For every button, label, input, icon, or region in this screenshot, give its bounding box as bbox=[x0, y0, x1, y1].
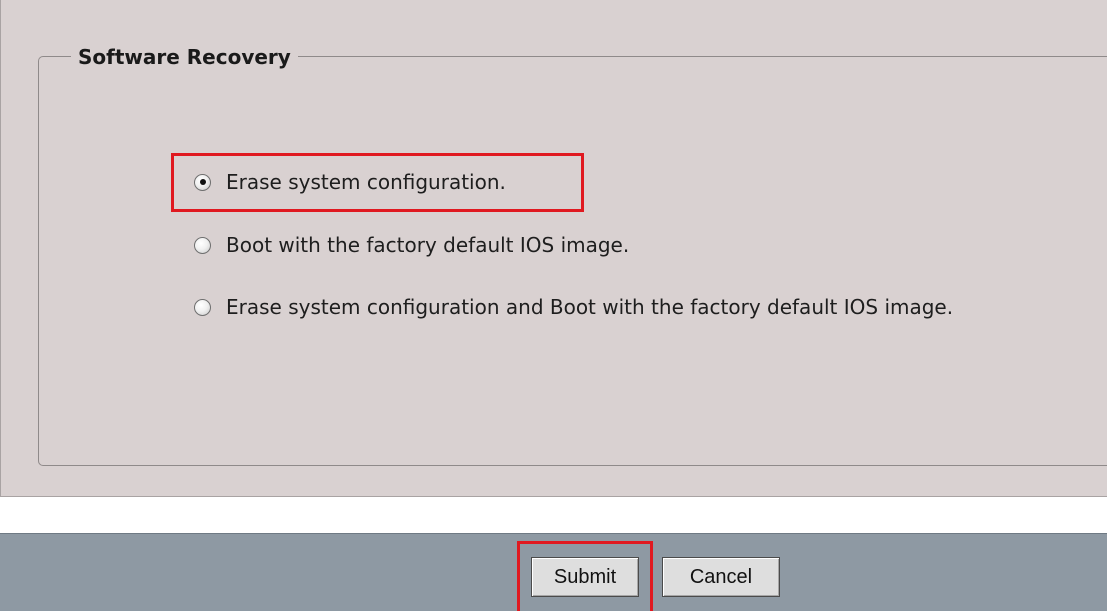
software-recovery-legend: Software Recovery bbox=[71, 44, 298, 70]
option-boot-default-image-label[interactable]: Boot with the factory default IOS image. bbox=[226, 231, 629, 259]
highlight-box-erase-config bbox=[171, 153, 584, 212]
software-recovery-group bbox=[38, 56, 1107, 466]
radio-erase-and-boot[interactable] bbox=[194, 298, 211, 316]
option-boot-default-image[interactable]: Boot with the factory default IOS image. bbox=[194, 231, 629, 259]
cancel-button[interactable]: Cancel bbox=[662, 557, 780, 597]
recovery-panel: Software Recovery Erase system configura… bbox=[0, 0, 1107, 497]
radio-boot-default-image[interactable] bbox=[194, 236, 211, 254]
highlight-box-submit bbox=[517, 541, 653, 611]
option-erase-and-boot-label[interactable]: Erase system configuration and Boot with… bbox=[226, 293, 953, 321]
option-erase-and-boot[interactable]: Erase system configuration and Boot with… bbox=[194, 293, 953, 321]
